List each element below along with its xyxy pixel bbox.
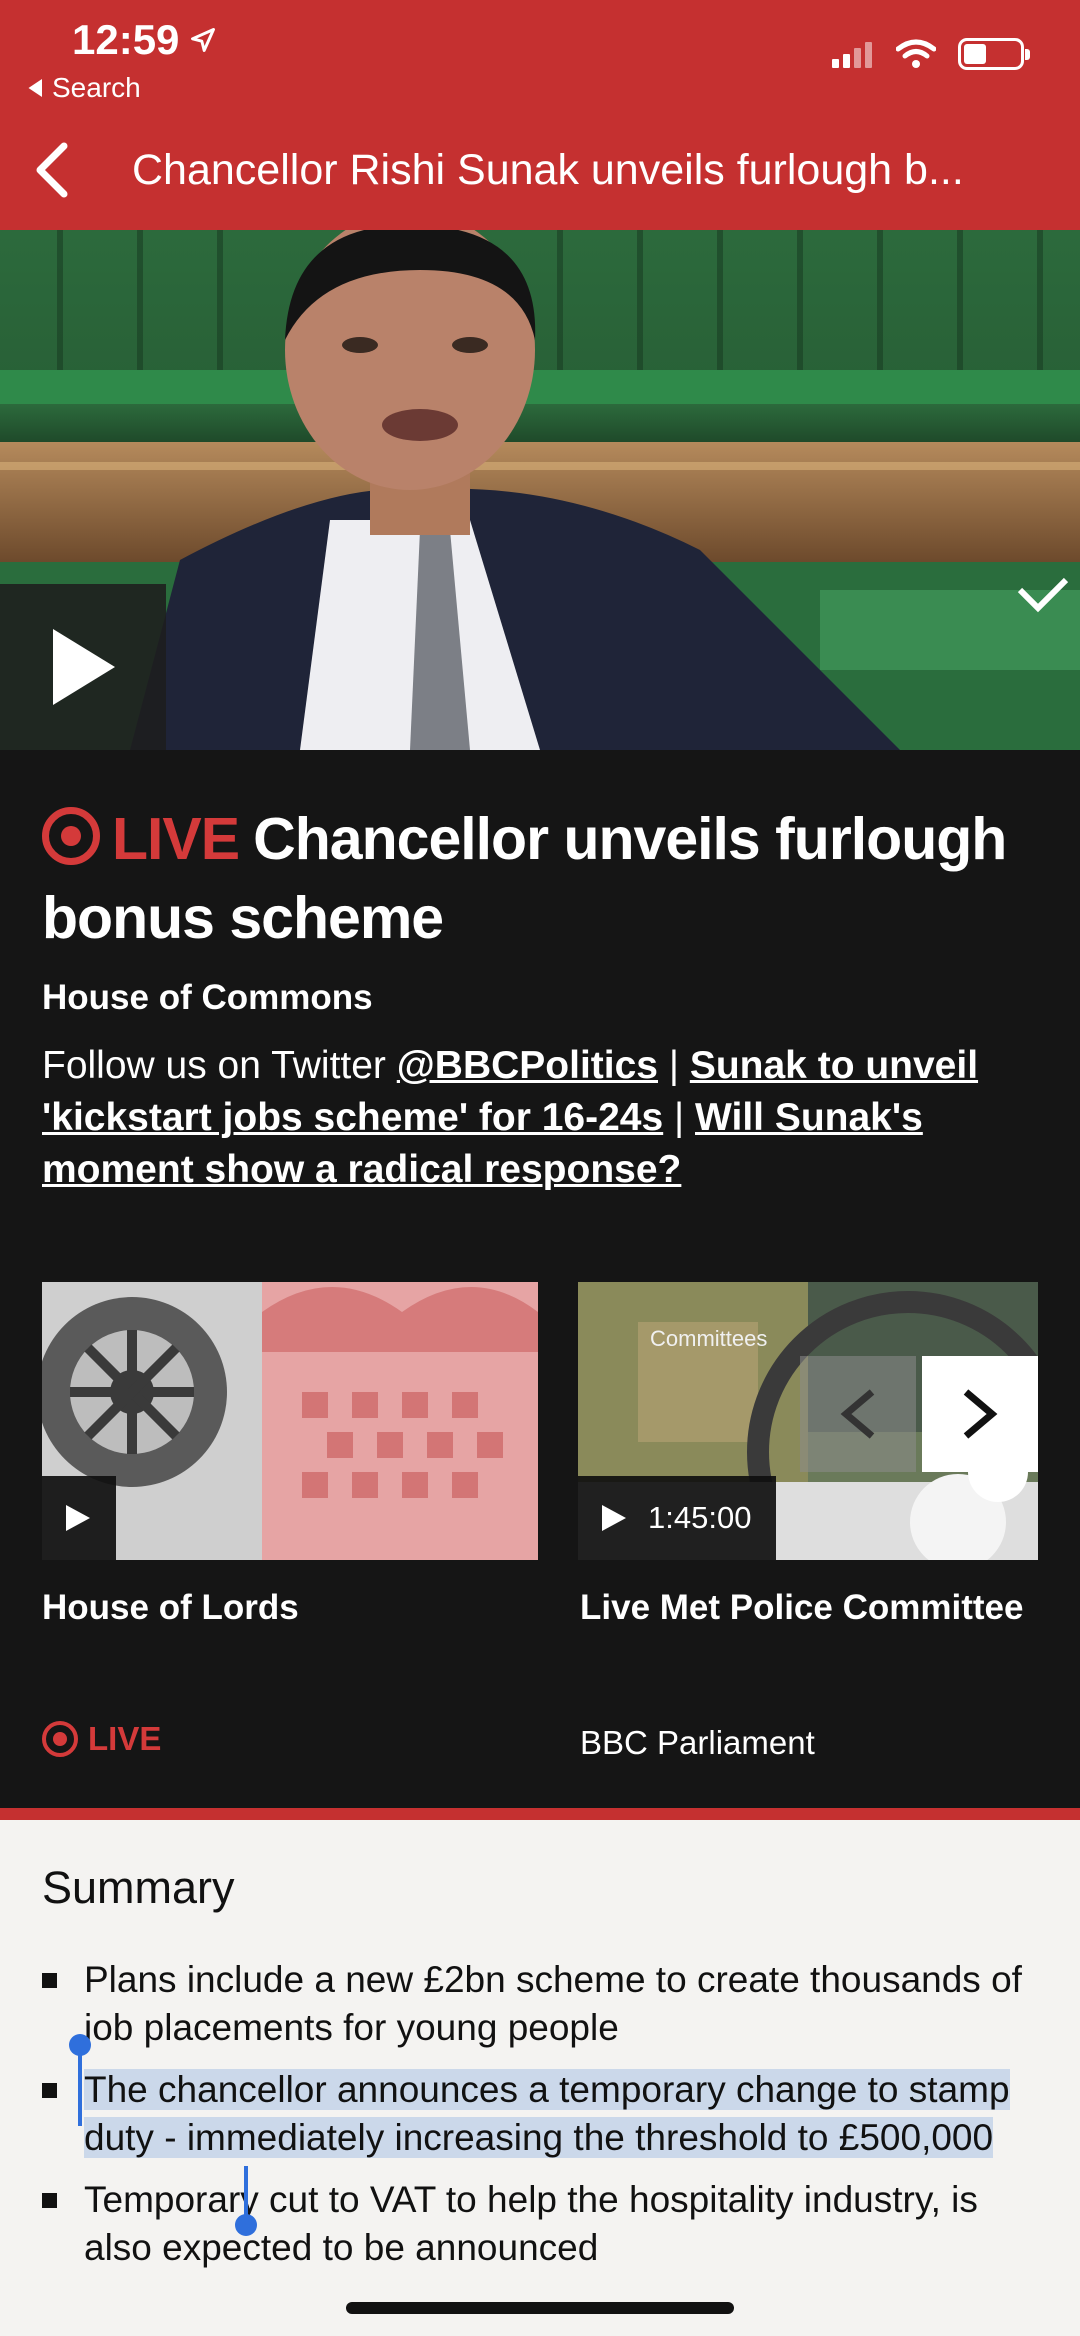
video-duration: 1:45:00 (648, 1500, 752, 1535)
live-indicator-icon (42, 1721, 78, 1757)
selection-start-handle[interactable] (69, 2034, 91, 2126)
hero-play-button[interactable] (0, 584, 166, 750)
card-title-house-of-lords[interactable]: House of Lords (42, 1588, 299, 1628)
back-to-search[interactable]: Search (28, 72, 141, 104)
card-play-button[interactable]: 1:45:00 (578, 1476, 776, 1560)
play-icon (602, 1505, 626, 1531)
bullet-text: Plans include a new £2bn scheme to creat… (84, 1959, 1022, 2048)
card-thumbnail (42, 1282, 538, 1560)
card-play-button[interactable] (42, 1476, 116, 1560)
app-header: 12:59 Search Chancellor Rishi Sunak unve… (0, 0, 1080, 230)
follow-label: Follow us on Twitter (42, 1044, 386, 1087)
status-time: 12:59 (72, 16, 217, 64)
play-icon (53, 629, 115, 705)
hero-video[interactable] (0, 230, 1080, 750)
separator: | (668, 1044, 679, 1087)
live-indicator-icon (42, 807, 100, 865)
status-time-text: 12:59 (72, 16, 180, 63)
home-indicator[interactable] (346, 2302, 734, 2314)
nav-title: Chancellor Rishi Sunak unveils furlough … (132, 146, 964, 194)
section-divider (0, 1808, 1080, 1820)
wifi-icon (896, 39, 936, 68)
live-status: LIVE (42, 1720, 161, 1758)
live-badge: LIVE (112, 806, 240, 872)
card-title-met-police[interactable]: Live Met Police Committee (580, 1588, 1040, 1628)
chevron-left-icon[interactable] (26, 140, 76, 200)
summary-section: Summary Plans include a new £2bn scheme … (0, 1820, 1080, 2336)
summary-title: Summary (42, 1862, 235, 1913)
twitter-link[interactable]: @BBCPolitics (397, 1044, 658, 1087)
list-item: Plans include a new £2bn scheme to creat… (42, 1956, 1042, 2052)
back-triangle-icon (28, 79, 42, 97)
chevron-left-icon (840, 1389, 875, 1439)
signal-icon (832, 40, 874, 68)
carousel-prev-button[interactable] (800, 1356, 916, 1472)
back-to-search-label: Search (52, 72, 141, 103)
separator: | (674, 1096, 685, 1139)
list-item: The chancellor announces a temporary cha… (42, 2066, 1042, 2162)
channel-name: BBC Parliament (580, 1724, 815, 1761)
location-arrow-icon (191, 28, 216, 52)
carousel-next-button[interactable] (922, 1356, 1038, 1472)
live-section: LIVE Chancellor unveils furlough bonus sc… (0, 750, 1080, 1814)
play-icon (66, 1505, 90, 1531)
selection-end-handle[interactable] (235, 2166, 257, 2236)
related-card-house-of-lords[interactable] (42, 1282, 538, 1560)
follow-text: Follow us on Twitter @BBCPolitics | Suna… (42, 1040, 1052, 1196)
list-item: Temporary cut to VAT to help the hospita… (42, 2176, 1042, 2272)
status-icons (832, 38, 1030, 70)
committees-overlay: Committees (650, 1326, 767, 1351)
summary-list: Plans include a new £2bn scheme to creat… (42, 1956, 1042, 2286)
battery-icon (958, 38, 1030, 70)
live-headline: LIVE Chancellor unveils furlough bonus sc… (42, 800, 1052, 958)
bullet-text: Temporary cut to VAT to help the hospita… (84, 2179, 978, 2268)
subtitle: House of Commons (42, 978, 373, 1017)
live-status-label: LIVE (88, 1720, 162, 1757)
selected-bullet-text[interactable]: The chancellor announces a temporary cha… (84, 2069, 1010, 2158)
chevron-right-icon (963, 1389, 998, 1439)
